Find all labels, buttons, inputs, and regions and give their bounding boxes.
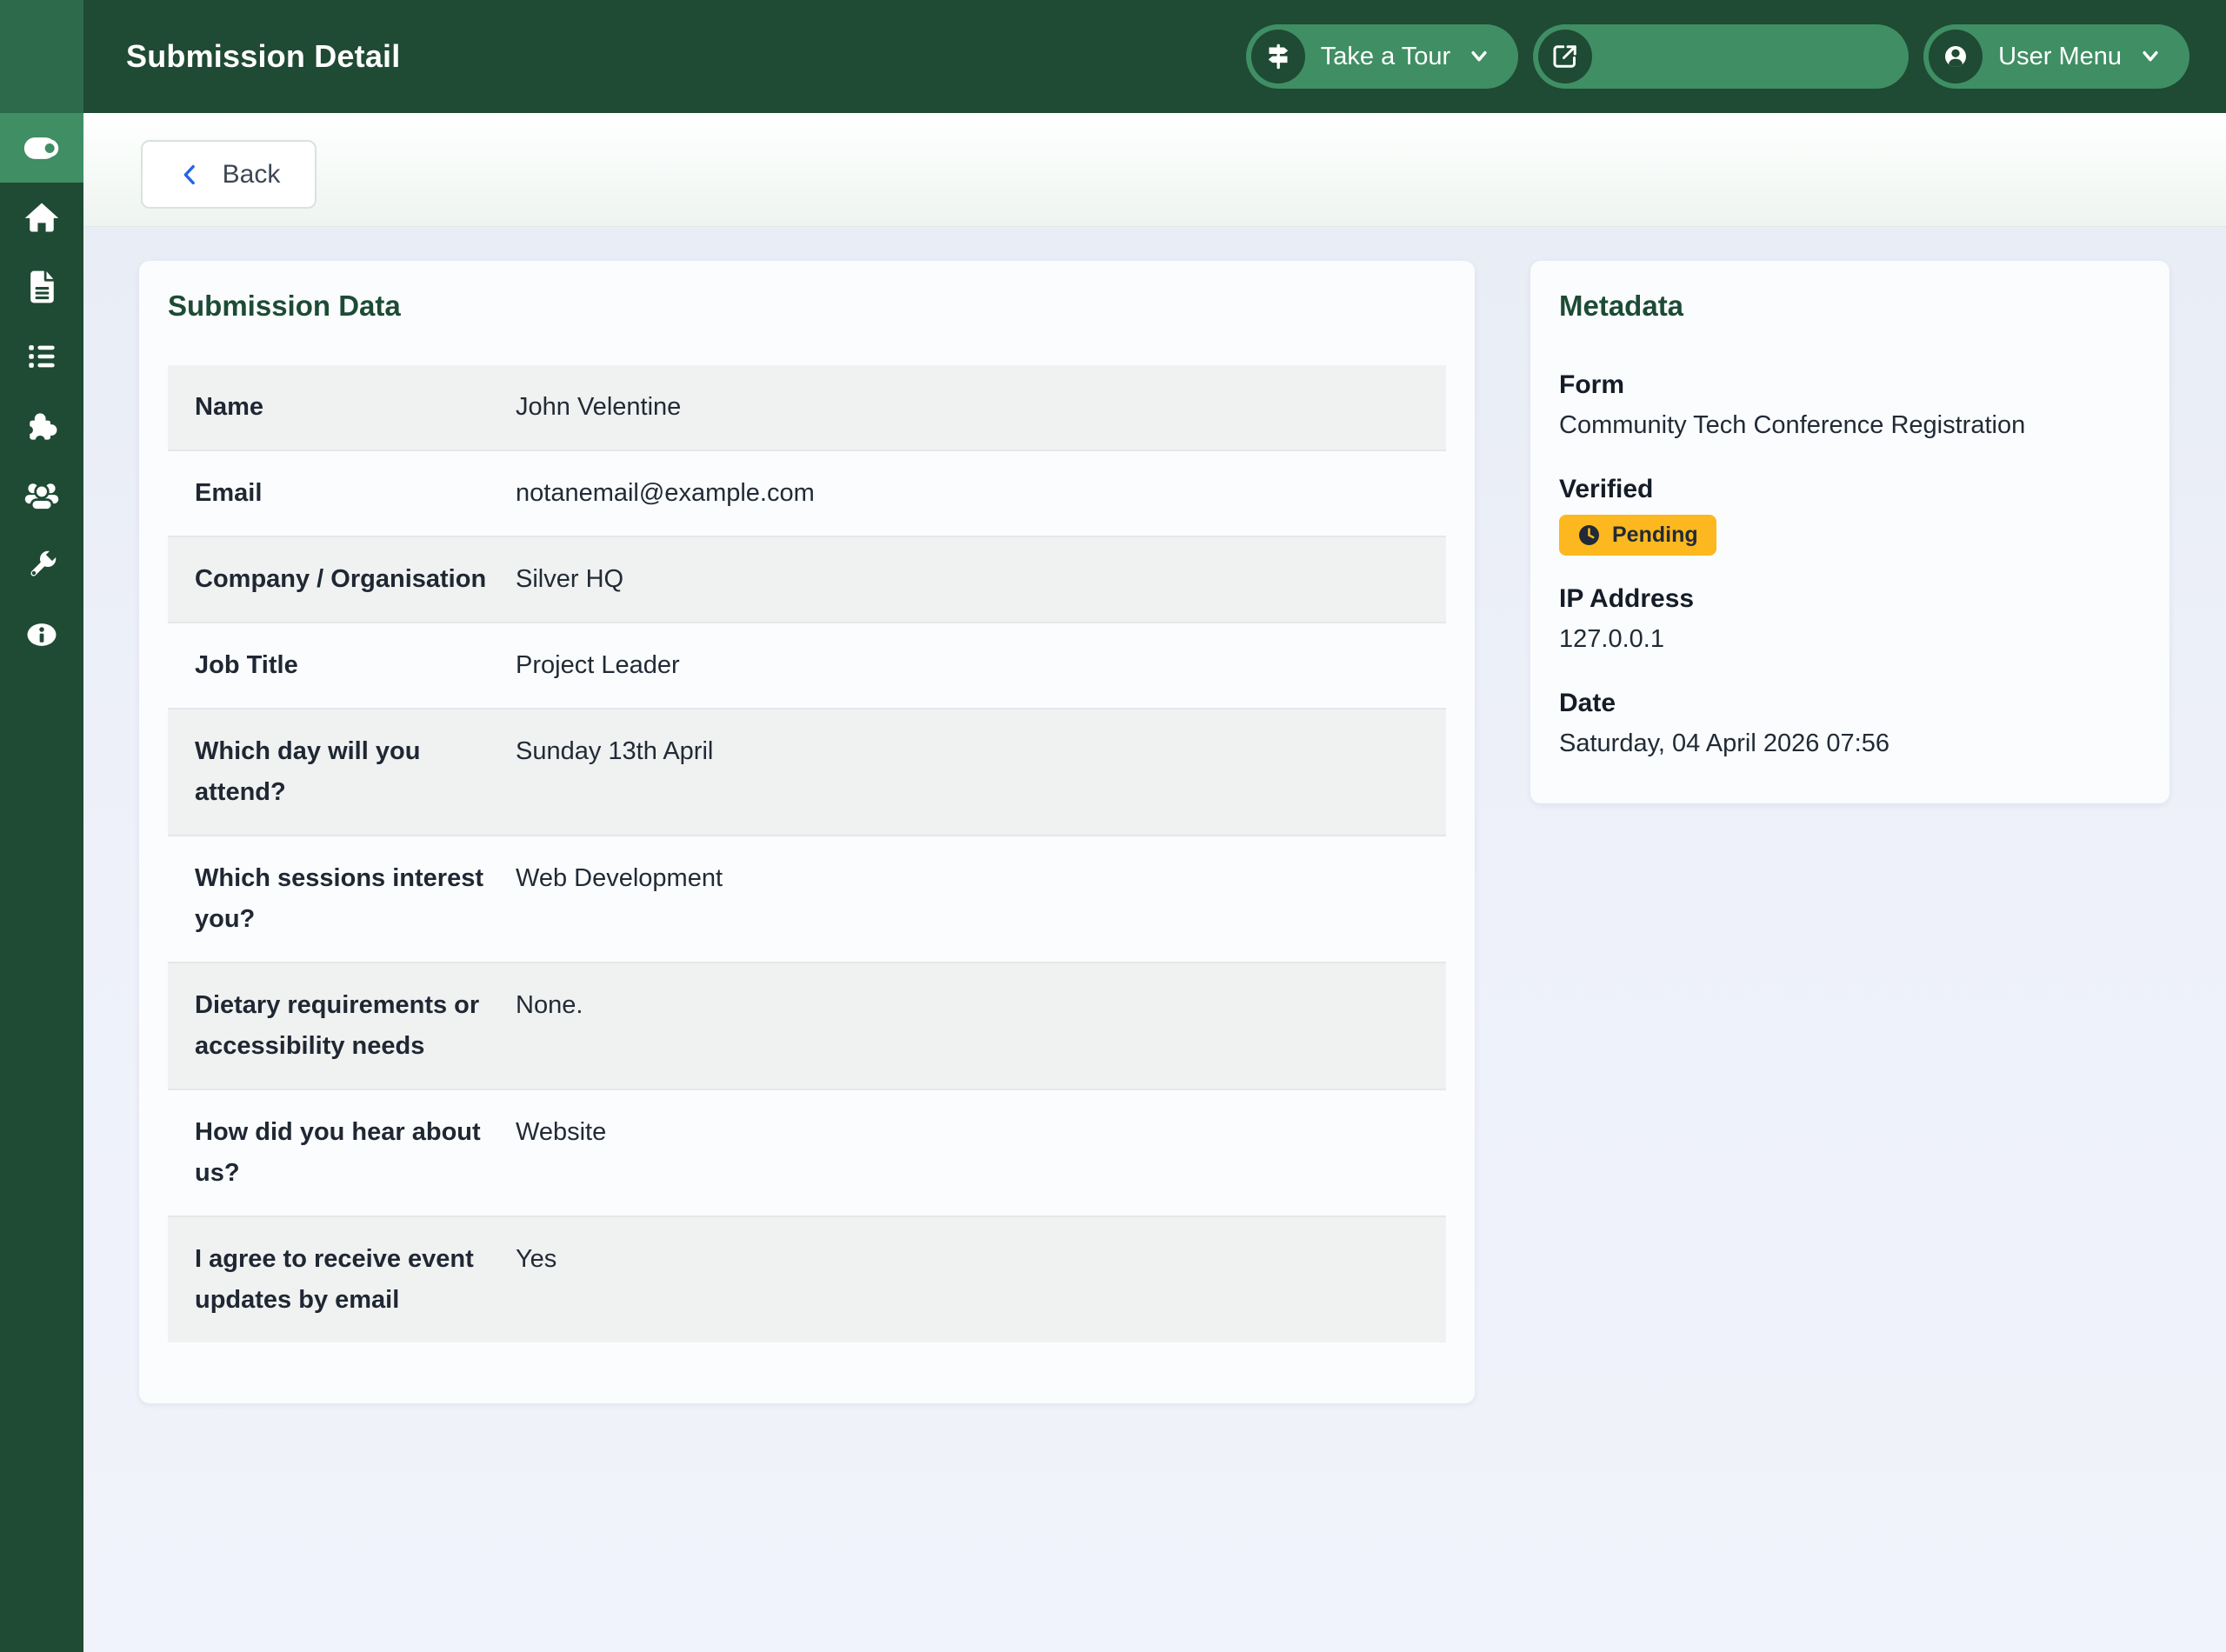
badge-label: Pending bbox=[1612, 523, 1698, 548]
meta-label-ip: IP Address bbox=[1559, 578, 2141, 619]
row-label: Job Title bbox=[168, 645, 516, 686]
meta-value-date: Saturday, 04 April 2026 07:56 bbox=[1559, 723, 2141, 764]
user-menu-label: User Menu bbox=[1998, 43, 2122, 71]
toolbar: Back bbox=[83, 113, 2226, 227]
meta-group-verified: Verified Pending bbox=[1559, 469, 2141, 556]
info-icon bbox=[23, 616, 61, 654]
top-header: Submission Detail Take a Tour bbox=[83, 0, 2226, 113]
submission-data-title: Submission Data bbox=[168, 290, 1446, 323]
sidebar-item-forms-toggle[interactable] bbox=[0, 113, 83, 183]
row-label: Email bbox=[168, 473, 516, 514]
view-form-link-button[interactable] bbox=[1533, 24, 1909, 89]
row-value: None. bbox=[516, 985, 1446, 1067]
sidebar-item-users[interactable] bbox=[0, 461, 83, 530]
page-title: Submission Detail bbox=[126, 38, 400, 75]
meta-value-ip: 127.0.0.1 bbox=[1559, 619, 2141, 660]
sidebar-item-tools[interactable] bbox=[0, 530, 83, 600]
row-label: How did you hear about us? bbox=[168, 1112, 516, 1194]
row-label: Name bbox=[168, 387, 516, 428]
sidebar-item-home[interactable] bbox=[0, 183, 83, 252]
document-icon bbox=[23, 268, 61, 306]
status-badge-pending: Pending bbox=[1559, 515, 1716, 556]
sidebar bbox=[0, 0, 83, 1652]
user-avatar-icon bbox=[1929, 30, 1983, 83]
list-icon bbox=[23, 337, 61, 376]
users-icon bbox=[23, 476, 61, 515]
row-value: Sunday 13th April bbox=[516, 731, 1446, 813]
back-label: Back bbox=[223, 160, 281, 190]
metadata-title: Metadata bbox=[1559, 290, 2141, 323]
sidebar-corner bbox=[0, 0, 83, 113]
table-row: How did you hear about us? Website bbox=[168, 1089, 1446, 1216]
table-row: Which sessions interest you? Web Develop… bbox=[168, 835, 1446, 962]
meta-label-form: Form bbox=[1559, 364, 2141, 405]
submission-data-card: Submission Data Name John Velentine Emai… bbox=[139, 261, 1475, 1403]
row-label: Which sessions interest you? bbox=[168, 858, 516, 940]
table-row: Name John Velentine bbox=[168, 365, 1446, 450]
chevron-down-icon bbox=[2137, 43, 2163, 70]
main-area: Submission Detail Take a Tour bbox=[83, 0, 2226, 1652]
sidebar-item-addons[interactable] bbox=[0, 391, 83, 461]
row-value: Web Development bbox=[516, 858, 1446, 940]
puzzle-icon bbox=[23, 407, 61, 445]
row-value: Yes bbox=[516, 1239, 1446, 1321]
row-label: Company / Organisation bbox=[168, 559, 516, 600]
back-button[interactable]: Back bbox=[141, 140, 317, 209]
sidebar-item-info[interactable] bbox=[0, 600, 83, 669]
chevron-down-icon bbox=[1466, 43, 1492, 70]
meta-group-date: Date Saturday, 04 April 2026 07:56 bbox=[1559, 683, 2141, 764]
table-row: Email notanemail@example.com bbox=[168, 450, 1446, 536]
app-root: Submission Detail Take a Tour bbox=[0, 0, 2226, 1652]
table-row: I agree to receive event updates by emai… bbox=[168, 1216, 1446, 1342]
content-area: Submission Data Name John Velentine Emai… bbox=[83, 227, 2226, 1652]
external-link-icon bbox=[1538, 30, 1592, 83]
wrench-icon bbox=[23, 546, 61, 584]
meta-label-date: Date bbox=[1559, 683, 2141, 723]
row-value: Website bbox=[516, 1112, 1446, 1194]
metadata-card: Metadata Form Community Tech Conference … bbox=[1530, 261, 2169, 803]
table-row: Company / Organisation Silver HQ bbox=[168, 536, 1446, 622]
take-a-tour-label: Take a Tour bbox=[1321, 43, 1450, 71]
row-value: notanemail@example.com bbox=[516, 473, 1446, 514]
sidebar-item-submissions[interactable] bbox=[0, 252, 83, 322]
toggle-icon bbox=[23, 129, 61, 167]
take-a-tour-button[interactable]: Take a Tour bbox=[1246, 24, 1518, 89]
row-value: Project Leader bbox=[516, 645, 1446, 686]
table-row: Job Title Project Leader bbox=[168, 622, 1446, 708]
row-label: Which day will you attend? bbox=[168, 731, 516, 813]
header-actions: Take a Tour bbox=[1246, 24, 2189, 89]
sidebar-item-entries-list[interactable] bbox=[0, 322, 83, 391]
meta-group-ip: IP Address 127.0.0.1 bbox=[1559, 578, 2141, 660]
row-value: Silver HQ bbox=[516, 559, 1446, 600]
table-row: Dietary requirements or accessibility ne… bbox=[168, 962, 1446, 1089]
clock-icon bbox=[1577, 523, 1601, 547]
signpost-icon bbox=[1251, 30, 1305, 83]
home-icon bbox=[23, 198, 61, 236]
row-label: Dietary requirements or accessibility ne… bbox=[168, 985, 516, 1067]
user-menu-button[interactable]: User Menu bbox=[1923, 24, 2189, 89]
row-label: I agree to receive event updates by emai… bbox=[168, 1239, 516, 1321]
table-row: Which day will you attend? Sunday 13th A… bbox=[168, 708, 1446, 835]
chevron-left-icon bbox=[177, 162, 203, 188]
meta-group-form: Form Community Tech Conference Registrat… bbox=[1559, 364, 2141, 446]
meta-label-verified: Verified bbox=[1559, 469, 2141, 510]
row-value: John Velentine bbox=[516, 387, 1446, 428]
submission-data-table: Name John Velentine Email notanemail@exa… bbox=[168, 365, 1446, 1342]
meta-value-form: Community Tech Conference Registration bbox=[1559, 405, 2141, 446]
